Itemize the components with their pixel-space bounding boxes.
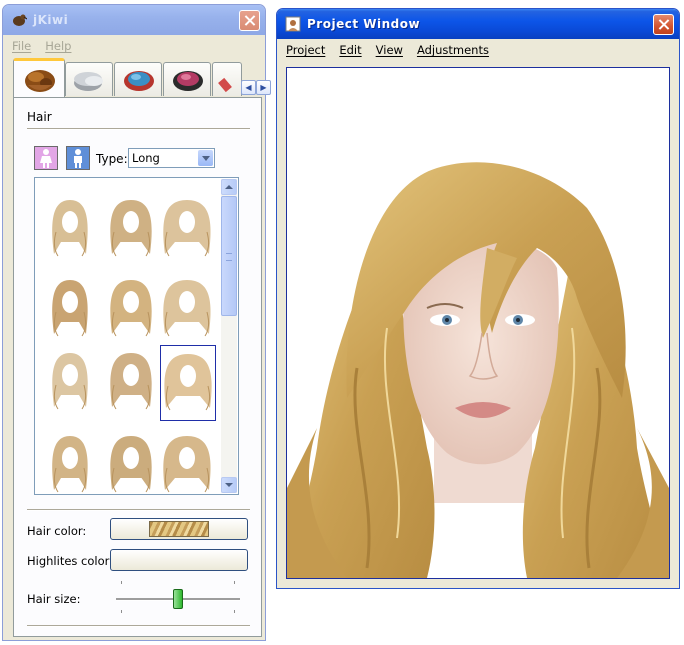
- project-title: Project Window: [307, 17, 421, 31]
- hair-tab-icon: [25, 70, 55, 92]
- type-select-value: Long: [132, 151, 160, 165]
- project-window: Project Window Project Edit View Adjustm…: [276, 8, 680, 589]
- hairstyle-thumbnail[interactable]: [43, 345, 99, 421]
- male-button[interactable]: [66, 146, 90, 170]
- project-canvas[interactable]: [286, 67, 670, 579]
- portrait-icon: [285, 16, 301, 32]
- tab-makeup-base[interactable]: [65, 62, 113, 96]
- hairstyle-thumbnail[interactable]: [160, 428, 216, 494]
- hairstyle-thumbnail[interactable]: [104, 272, 160, 348]
- menu-project[interactable]: Project: [286, 43, 325, 57]
- type-label: Type:: [96, 152, 128, 166]
- hairstyle-thumbnail[interactable]: [104, 192, 160, 268]
- menu-edit[interactable]: Edit: [339, 43, 361, 57]
- chevron-down-icon[interactable]: [198, 150, 213, 166]
- jkiwi-menubar: File Help: [6, 35, 262, 57]
- hair-color-button[interactable]: [110, 518, 248, 540]
- hairstyle-gallery: [34, 177, 239, 495]
- jkiwi-titlebar[interactable]: jKiwi: [3, 5, 265, 35]
- hairstyle-thumbnail[interactable]: [104, 345, 160, 421]
- tab-blush[interactable]: [163, 62, 211, 96]
- section-title: Hair: [27, 110, 52, 124]
- hairstyle-thumbnail[interactable]: [43, 192, 99, 268]
- tab-scroll-right-icon[interactable]: ▶: [256, 80, 271, 95]
- project-titlebar[interactable]: Project Window: [277, 9, 679, 39]
- close-icon[interactable]: [653, 14, 674, 35]
- tab-scroll-left-icon[interactable]: ◀: [241, 80, 256, 95]
- hair-color-swatch: [149, 521, 209, 537]
- lipstick-icon: [218, 77, 232, 93]
- menu-view[interactable]: View: [376, 43, 403, 57]
- female-icon: [40, 149, 52, 168]
- tab-scroll-arrows: ◀ ▶: [241, 80, 273, 96]
- tool-tabs: ◀ ▶: [13, 58, 271, 98]
- hairstyle-thumbnail[interactable]: [104, 428, 160, 494]
- eyeshadow-icon: [124, 71, 154, 91]
- hair-size-label: Hair size:: [27, 592, 81, 606]
- project-menubar: Project Edit View Adjustments: [280, 39, 676, 61]
- hairstyle-thumbnail[interactable]: [160, 345, 216, 421]
- highlites-color-button[interactable]: [110, 549, 248, 571]
- hair-panel: Hair Type: Long Hair color: Highlites co…: [13, 97, 262, 637]
- portrait-image: [287, 162, 669, 578]
- tab-eyeshadow[interactable]: [114, 62, 162, 96]
- scroll-down-icon[interactable]: [221, 477, 237, 493]
- female-button[interactable]: [34, 146, 58, 170]
- slider-tick: [234, 610, 235, 613]
- slider-tick: [121, 610, 122, 613]
- scroll-up-icon[interactable]: [221, 179, 237, 195]
- slider-tick: [121, 581, 122, 584]
- tab-hair[interactable]: [13, 58, 65, 98]
- blush-icon: [173, 71, 203, 91]
- hairstyle-thumbnail[interactable]: [160, 192, 216, 268]
- scroll-thumb[interactable]: [221, 196, 237, 316]
- type-select[interactable]: Long: [128, 148, 215, 168]
- divider: [27, 625, 250, 627]
- hairstyle-thumbnail[interactable]: [43, 428, 99, 494]
- close-icon[interactable]: [239, 10, 260, 31]
- slider-tick: [234, 581, 235, 584]
- hairstyle-thumbnail[interactable]: [43, 272, 99, 348]
- compact-powder-icon: [74, 72, 103, 91]
- jkiwi-window: jKiwi File Help ◀ ▶ Hair Type: Long Hair…: [2, 4, 271, 641]
- tab-lipstick[interactable]: [212, 62, 242, 96]
- male-icon: [74, 149, 82, 168]
- menu-help[interactable]: Help: [45, 39, 71, 53]
- highlites-color-label: Highlites color:: [27, 554, 114, 568]
- divider: [27, 509, 250, 511]
- hair-color-label: Hair color:: [27, 524, 87, 538]
- hairstyle-thumbnail[interactable]: [160, 272, 216, 348]
- menu-adjustments[interactable]: Adjustments: [417, 43, 489, 57]
- gallery-scrollbar[interactable]: [221, 179, 237, 493]
- jkiwi-title: jKiwi: [33, 13, 69, 27]
- menu-file[interactable]: File: [12, 39, 31, 53]
- hair-size-slider-thumb[interactable]: [173, 589, 183, 609]
- kiwi-app-icon: [13, 14, 27, 26]
- divider: [27, 128, 250, 130]
